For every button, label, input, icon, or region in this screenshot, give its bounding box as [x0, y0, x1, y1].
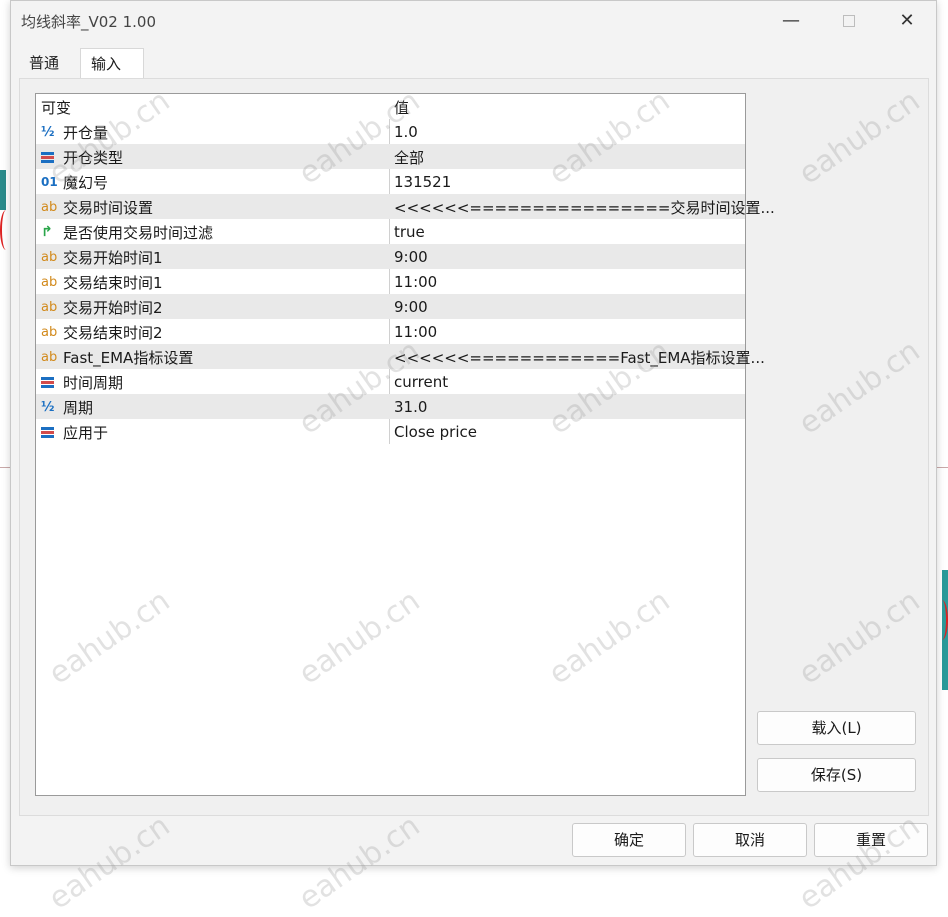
integer-type-icon: 01: [41, 175, 58, 189]
enum-type-icon: [41, 376, 63, 389]
window-title: 均线斜率_V02 1.00: [21, 13, 157, 31]
string-type-icon: ab: [41, 349, 58, 365]
properties-dialog: 均线斜率_V02 1.00 — ✕ 普通 输入 可变 值 ½ 开仓量 1.0 开仓类型 全部…: [10, 0, 937, 866]
param-label: 周期: [63, 398, 94, 417]
tab-general[interactable]: 普通: [19, 48, 78, 79]
enum-type-icon: [41, 151, 63, 164]
load-button[interactable]: 载入(L): [757, 711, 916, 745]
double-type-icon: ½: [41, 399, 55, 415]
ok-button[interactable]: 确定: [572, 823, 686, 857]
cancel-button[interactable]: 取消: [693, 823, 807, 857]
param-name: 开仓类型: [41, 147, 123, 167]
tab-inputs[interactable]: 输入: [80, 48, 144, 79]
param-value[interactable]: 11:00: [394, 272, 437, 292]
close-icon[interactable]: ✕: [895, 9, 919, 33]
param-label: 时间周期: [63, 373, 124, 392]
minimize-icon[interactable]: —: [779, 9, 803, 33]
table-row[interactable]: ab 交易时间设置 <<<<<<================交易时间设置...: [36, 194, 775, 219]
param-name: 应用于: [41, 422, 108, 442]
param-name: ↱ 是否使用交易时间过滤: [41, 222, 213, 242]
string-type-icon: ab: [41, 324, 58, 340]
string-type-icon: ab: [41, 249, 58, 265]
table-row[interactable]: ab 交易开始时间1 9:00: [36, 244, 745, 269]
param-value[interactable]: 31.0: [394, 397, 427, 417]
table-row[interactable]: ab 交易结束时间2 11:00: [36, 319, 745, 344]
param-value[interactable]: true: [394, 222, 425, 242]
table-row[interactable]: ab 交易开始时间2 9:00: [36, 294, 745, 319]
param-value[interactable]: 9:00: [394, 247, 428, 267]
param-label: 魔幻号: [63, 173, 109, 192]
table-row[interactable]: ab Fast_EMA指标设置 <<<<<<============Fast_EMA…: [36, 344, 765, 369]
param-name: ab 交易开始时间2: [41, 297, 163, 317]
table-row[interactable]: 时间周期 current: [36, 369, 745, 394]
grid-header-row: 可变 值: [36, 94, 745, 119]
string-type-icon: ab: [41, 299, 58, 315]
title-bar[interactable]: 均线斜率_V02 1.00 — ✕: [11, 1, 936, 41]
table-row[interactable]: 开仓类型 全部: [36, 144, 745, 169]
table-row[interactable]: 01 魔幻号 131521: [36, 169, 745, 194]
header-name[interactable]: 可变: [41, 97, 71, 117]
string-type-icon: ab: [41, 199, 58, 215]
table-row[interactable]: ab 交易结束时间1 11:00: [36, 269, 745, 294]
chart-candle-left: [0, 170, 6, 210]
param-label: 交易开始时间2: [63, 298, 163, 317]
reset-button[interactable]: 重置: [814, 823, 928, 857]
param-name: ab 交易结束时间2: [41, 322, 163, 342]
bool-type-icon: ↱: [41, 224, 53, 240]
param-name: ½ 开仓量: [41, 122, 108, 142]
maximize-icon: [837, 9, 861, 33]
param-label: Fast_EMA指标设置: [63, 348, 194, 367]
param-name: ½ 周期: [41, 397, 93, 417]
param-label: 交易结束时间2: [63, 323, 163, 342]
param-label: 开仓量: [63, 123, 109, 142]
table-row[interactable]: ½ 周期 31.0: [36, 394, 745, 419]
param-label: 开仓类型: [63, 148, 124, 167]
param-label: 交易时间设置: [63, 198, 154, 217]
param-value[interactable]: 1.0: [394, 122, 418, 142]
param-name: ab 交易结束时间1: [41, 272, 163, 292]
save-button[interactable]: 保存(S): [757, 758, 916, 792]
param-value[interactable]: current: [394, 372, 448, 392]
param-name: ab 交易时间设置: [41, 197, 153, 217]
param-value[interactable]: 全部: [394, 147, 424, 167]
param-name: 01 魔幻号: [41, 172, 108, 192]
param-value[interactable]: <<<<<<================交易时间设置...: [394, 197, 775, 217]
param-label: 应用于: [63, 423, 109, 442]
param-name: ab 交易开始时间1: [41, 247, 163, 267]
string-type-icon: ab: [41, 274, 58, 290]
param-value[interactable]: <<<<<<============Fast_EMA指标设置...: [394, 347, 765, 367]
param-value[interactable]: Close price: [394, 422, 477, 442]
param-label: 交易开始时间1: [63, 248, 163, 267]
inputs-grid: 可变 值 ½ 开仓量 1.0 开仓类型 全部 01 魔幻号 131521 ab 交易时间设置 <<<<<…: [35, 93, 775, 796]
table-row[interactable]: ↱ 是否使用交易时间过滤 true: [36, 219, 745, 244]
param-value[interactable]: 9:00: [394, 297, 428, 317]
enum-type-icon: [41, 426, 63, 439]
param-label: 是否使用交易时间过滤: [63, 223, 214, 242]
chart-ma-curve-right: [936, 600, 948, 640]
param-label: 交易结束时间1: [63, 273, 163, 292]
table-row[interactable]: 应用于 Close price: [36, 419, 745, 444]
param-value[interactable]: 11:00: [394, 322, 437, 342]
param-name: ab Fast_EMA指标设置: [41, 347, 193, 367]
double-type-icon: ½: [41, 124, 55, 140]
param-name: 时间周期: [41, 372, 123, 392]
table-row[interactable]: ½ 开仓量 1.0: [36, 119, 745, 144]
header-value[interactable]: 值: [394, 97, 409, 117]
param-value[interactable]: 131521: [394, 172, 451, 192]
